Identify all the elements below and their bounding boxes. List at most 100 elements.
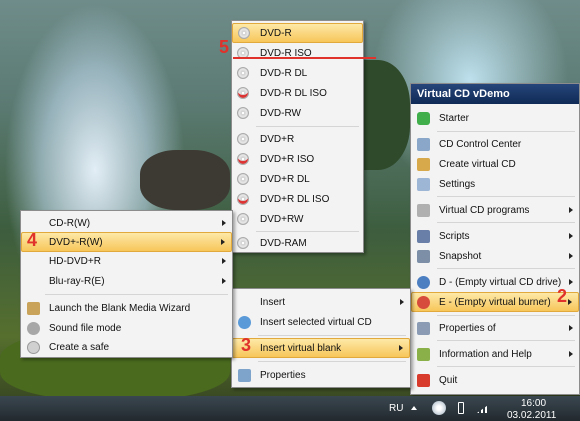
show-hidden-icons-icon[interactable] (411, 406, 417, 410)
menu-item-create-virtual-cd[interactable]: Create virtual CD (411, 154, 579, 174)
submenu-arrow-icon (399, 345, 403, 351)
control-center-icon (417, 137, 430, 151)
menu-item-insert-virtual-blank[interactable]: Insert virtual blank (232, 338, 410, 358)
menu-item-dvd-r-dl[interactable]: DVD-R DL (232, 63, 363, 83)
disc-icon (237, 133, 249, 145)
menu-item-create-a-safe[interactable]: Create a safe (21, 337, 232, 357)
menu-item-dvd-r-iso[interactable]: DVD-R ISO (232, 43, 363, 63)
menu-item-scripts[interactable]: Scripts (411, 226, 579, 246)
menu-item-properties[interactable]: Properties (232, 365, 410, 385)
virtual-cd-tray-icon[interactable] (432, 401, 446, 415)
menu-separator (258, 361, 406, 362)
menu-item-dvd-r-dl-iso[interactable]: DVD-R DL ISO (232, 83, 363, 103)
clock-date[interactable]: 03.02.2011 (507, 410, 556, 421)
menu-item-properties-of[interactable]: Properties of (411, 318, 579, 338)
battery-icon[interactable] (458, 402, 464, 414)
submenu-arrow-icon (568, 299, 572, 305)
submenu-arrow-icon (569, 351, 573, 357)
menu-item-blu-ray-r-e[interactable]: Blu-ray-R(E) (21, 271, 232, 291)
scripts-icon (417, 229, 430, 243)
submenu-arrow-icon (222, 278, 226, 284)
menu-item-dvd-plus-minus-r-w[interactable]: DVD+-R(W) (21, 232, 232, 252)
step-number-5: 5 (219, 37, 230, 57)
menu-item-information-and-help[interactable]: Information and Help (411, 344, 579, 364)
menu-item-dvd-plus-r[interactable]: DVD+R (232, 129, 363, 149)
menu-item-dvd-plus-rw[interactable]: DVD+RW (232, 209, 363, 229)
disc-icon (238, 27, 250, 39)
submenu-arrow-icon (221, 239, 225, 245)
cd-drive-icon (417, 275, 430, 289)
menu-separator (437, 268, 575, 269)
menu-item-snapshot[interactable]: Snapshot (411, 246, 579, 266)
menu-separator (258, 335, 406, 336)
menu-item-dvd-plus-r-dl-iso[interactable]: DVD+R DL ISO (232, 189, 363, 209)
properties-icon (417, 321, 430, 335)
menu-item-quit[interactable]: Quit (411, 370, 579, 390)
disc-icon (237, 153, 249, 165)
menu-item-sound-file-mode[interactable]: Sound file mode (21, 318, 232, 338)
menu-item-dvd-ram[interactable]: DVD-RAM (232, 233, 363, 253)
wizard-icon (27, 301, 40, 315)
language-indicator[interactable]: RU (389, 403, 403, 414)
disc-icon (237, 67, 249, 79)
disc-icon (237, 173, 249, 185)
network-signal-icon[interactable] (477, 403, 491, 413)
menu-item-cd-r-w[interactable]: CD-R(W) (21, 213, 232, 233)
menu-separator (437, 222, 575, 223)
starter-icon (417, 111, 430, 125)
settings-icon (417, 177, 430, 191)
submenu-arrow-icon (400, 299, 404, 305)
burner-icon (417, 295, 430, 309)
submenu-arrow-icon (569, 233, 573, 239)
properties-icon (238, 368, 251, 382)
menu-separator (437, 131, 575, 132)
menu-item-virtual-cd-programs[interactable]: Virtual CD programs (411, 200, 579, 220)
menu-separator (256, 231, 359, 232)
submenu-arrow-icon (569, 325, 573, 331)
menu-separator (437, 340, 575, 341)
disc-icon (237, 87, 249, 99)
step-number-4: 4 (27, 230, 38, 250)
safe-icon (27, 340, 40, 354)
menu-separator (437, 315, 575, 316)
submenu-arrow-icon (569, 279, 573, 285)
create-cd-icon (417, 157, 430, 171)
step-number-2: 2 (557, 286, 568, 306)
dvd-type-submenu: DVD-R DVD-R ISO DVD-R DL DVD-R DL ISO DV… (231, 20, 364, 253)
menu-separator (437, 196, 575, 197)
menu-item-insert[interactable]: Insert (232, 292, 410, 312)
annotation-underline (233, 57, 376, 59)
taskbar: RU 16:00 03.02.2011 (0, 396, 580, 421)
blank-media-submenu: CD-R(W) DVD+-R(W) HD-DVD+R Blu-ray-R(E) … (20, 210, 233, 358)
wallpaper-rock (140, 150, 230, 210)
submenu-arrow-icon (569, 207, 573, 213)
menu-item-burner-e[interactable]: E - (Empty virtual burner) (411, 292, 579, 312)
menu-item-starter[interactable]: Starter (411, 108, 579, 128)
programs-icon (417, 203, 430, 217)
menu-item-insert-selected-virtual-cd[interactable]: Insert selected virtual CD (232, 312, 410, 332)
submenu-arrow-icon (222, 220, 226, 226)
menu-item-dvd-r[interactable]: DVD-R (232, 23, 363, 43)
menu-item-drive-d[interactable]: D - (Empty virtual CD drive) (411, 272, 579, 292)
menu-item-dvd-rw[interactable]: DVD-RW (232, 103, 363, 123)
help-icon (417, 347, 430, 361)
menu-separator (45, 294, 228, 295)
insert-cd-icon (238, 315, 251, 329)
menu-separator (437, 366, 575, 367)
menu-item-hd-dvd-r[interactable]: HD-DVD+R (21, 251, 232, 271)
disc-icon (237, 107, 249, 119)
menu-item-settings[interactable]: Settings (411, 174, 579, 194)
quit-icon (417, 373, 430, 387)
menu-item-launch-blank-media-wizard[interactable]: Launch the Blank Media Wizard (21, 298, 232, 318)
disc-icon (237, 213, 249, 225)
sound-icon (27, 321, 40, 335)
disc-icon (237, 237, 249, 249)
menu-separator (256, 126, 359, 127)
snapshot-icon (417, 249, 430, 263)
menu-item-dvd-plus-r-dl[interactable]: DVD+R DL (232, 169, 363, 189)
submenu-arrow-icon (222, 258, 226, 264)
menu-item-cd-control-center[interactable]: CD Control Center (411, 134, 579, 154)
clock-time[interactable]: 16:00 (521, 398, 546, 409)
menu-item-dvd-plus-r-iso[interactable]: DVD+R ISO (232, 149, 363, 169)
virtual-cd-menu: Virtual CD vDemo Starter CD Control Cent… (410, 83, 580, 395)
